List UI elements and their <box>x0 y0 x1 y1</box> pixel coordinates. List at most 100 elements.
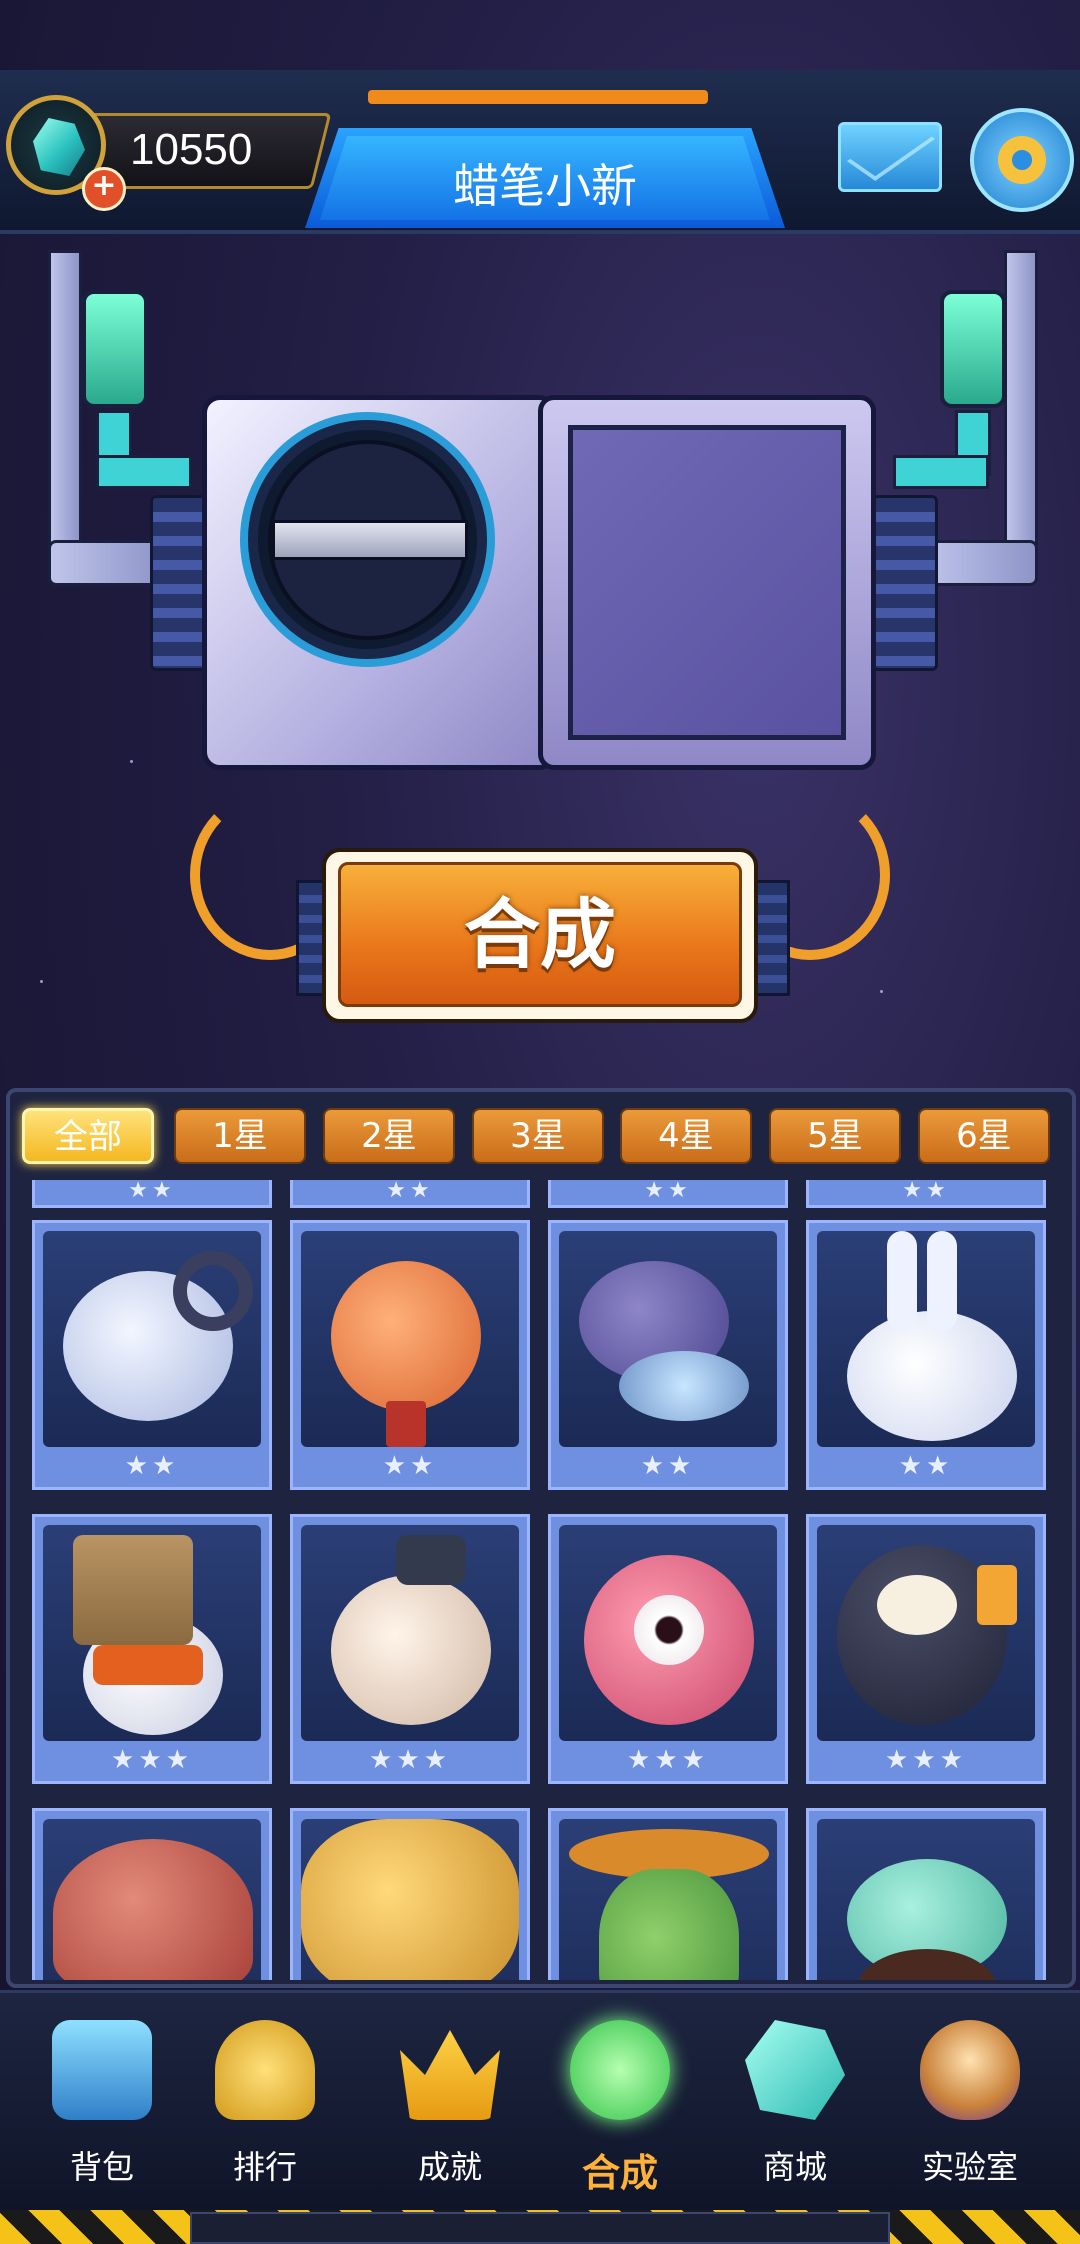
card-stars: ★★ <box>806 1180 1046 1208</box>
craft-button[interactable]: 合成 <box>338 862 742 1007</box>
gem-count: 10550 <box>130 125 253 174</box>
creature-portrait <box>43 1525 261 1741</box>
card-stars: ★★★ <box>369 1745 451 1775</box>
shop-crystal-icon <box>745 2020 845 2120</box>
mail-icon[interactable] <box>838 122 942 192</box>
tab-3-star[interactable]: 3星 <box>472 1108 604 1164</box>
nav-label: 商城 <box>762 2148 827 2186</box>
machine-arm-left <box>48 250 82 576</box>
card-stars: ★★ <box>382 1451 438 1481</box>
star-decoration <box>130 760 133 763</box>
card-stars: ★★★ <box>885 1745 967 1775</box>
tab-1-star[interactable]: 1星 <box>174 1108 306 1164</box>
big-eye <box>634 1595 704 1665</box>
card-stars: ★★★ <box>111 1745 193 1775</box>
nav-achievements[interactable]: 成就 <box>370 2020 530 2200</box>
tab-5-star[interactable]: 5星 <box>769 1108 901 1164</box>
creature-card-cactus-sombrero[interactable] <box>548 1808 788 1980</box>
card-stars: ★★ <box>898 1451 954 1481</box>
creature-card-red-mushroom[interactable] <box>32 1808 272 1980</box>
ram-horn <box>173 1251 253 1331</box>
creature-card-white-rabbit[interactable]: ★★ <box>806 1220 1046 1490</box>
dragon-tail <box>619 1351 749 1421</box>
potion-icon <box>570 2020 670 2120</box>
gear-icon <box>998 136 1046 184</box>
pipe-right-horizontal <box>893 455 989 489</box>
machine-arm-right-foot <box>922 540 1038 586</box>
egg-icon <box>920 2020 1020 2120</box>
creature-card-purple-dragon[interactable]: ★★ <box>548 1220 788 1490</box>
star-filter-tabs: 全部 1星 2星 3星 4星 5星 6星 <box>20 1108 1060 1168</box>
creature-card-lantern-spirit[interactable]: ★★ <box>290 1220 530 1490</box>
nav-shop[interactable]: 商城 <box>715 2020 875 2200</box>
lantern-tassel <box>386 1401 426 1447</box>
creature-portrait <box>43 1819 261 1980</box>
creature-portrait <box>817 1819 1035 1980</box>
add-gems-button[interactable]: + <box>82 167 126 211</box>
tab-6-star[interactable]: 6星 <box>918 1108 1050 1164</box>
paper-bag <box>73 1535 193 1645</box>
creature-card-white-ram[interactable]: ★★ <box>32 1220 272 1490</box>
machine-output-tray <box>568 425 846 740</box>
player-name: 蜡笔小新 <box>453 159 637 213</box>
tab-4-star[interactable]: 4星 <box>620 1108 752 1164</box>
creature-lantern-spirit <box>331 1261 481 1411</box>
creature-card-hat-bird[interactable]: ★★★ <box>290 1514 530 1784</box>
settings-button[interactable] <box>970 108 1074 212</box>
creature-card-yellow-fluff[interactable] <box>290 1808 530 1980</box>
gem-currency[interactable]: + 10550 <box>6 95 332 211</box>
button-clamp-right <box>754 880 790 996</box>
card-stars: ★★ <box>290 1180 530 1208</box>
nav-label: 成就 <box>417 2148 482 2186</box>
scarf <box>93 1645 203 1685</box>
title-accent <box>368 90 708 104</box>
creature-portrait <box>559 1525 777 1741</box>
card-stars: ★★ <box>640 1451 696 1481</box>
bowler-hat <box>396 1535 466 1585</box>
creature-portrait <box>559 1819 777 1980</box>
creature-portrait <box>301 1231 519 1447</box>
card-stars: ★★★ <box>627 1745 709 1775</box>
gem-icon <box>33 118 85 176</box>
tab-all[interactable]: 全部 <box>22 1108 154 1164</box>
creature-portrait <box>43 1231 261 1447</box>
creature-card-green-winged-blob[interactable] <box>806 1808 1046 1980</box>
rabbit-ear <box>927 1231 957 1331</box>
star-decoration <box>880 990 883 993</box>
creature-yellow-fluff <box>301 1819 519 1980</box>
creature-card-penguin-juice[interactable]: ★★★ <box>806 1514 1046 1784</box>
trophy-icon <box>215 2020 315 2120</box>
crown-icon <box>400 2030 500 2120</box>
nav-label: 排行 <box>232 2148 297 2186</box>
coin-slot <box>272 520 468 560</box>
nav-label: 背包 <box>69 2148 134 2186</box>
nav-lab[interactable]: 实验室 <box>890 2020 1050 2200</box>
nav-backpack[interactable]: 背包 <box>22 2020 182 2200</box>
creature-card-eyeball-fish[interactable]: ★★★ <box>548 1514 788 1784</box>
creature-grid: ★★ ★★ ★★ ★★ ★★ ★★ ★★ ★★ ★★★ ★★★ ★★★ ★★★ <box>28 1180 1058 1980</box>
bottom-bar-center <box>190 2212 890 2244</box>
rabbit-ear <box>887 1231 917 1331</box>
pipe-left-horizontal <box>96 455 192 489</box>
gear-bar-right <box>872 495 938 671</box>
creature-hat-bird <box>331 1575 491 1725</box>
backpack-icon <box>52 2020 152 2120</box>
card-stars: ★★ <box>548 1180 788 1208</box>
tab-2-star[interactable]: 2星 <box>323 1108 455 1164</box>
tank-right <box>940 290 1006 408</box>
penguin-face <box>877 1575 957 1635</box>
creature-red-mushroom <box>53 1839 253 1980</box>
star-decoration <box>40 980 43 983</box>
nav-craft[interactable]: 合成 <box>540 2020 700 2200</box>
nav-label: 实验室 <box>921 2148 1018 2186</box>
machine-arm-right <box>1004 250 1038 576</box>
juice-glass <box>977 1565 1017 1625</box>
creature-portrait <box>301 1819 519 1980</box>
creature-portrait <box>817 1231 1035 1447</box>
creature-card-bag-head-cat[interactable]: ★★★ <box>32 1514 272 1784</box>
machine-arm-left-foot <box>48 540 164 586</box>
creature-cactus-sombrero <box>599 1869 739 1980</box>
nav-ranking[interactable]: 排行 <box>185 2020 345 2200</box>
card-stars: ★★ <box>124 1451 180 1481</box>
creature-white-rabbit <box>847 1311 1017 1441</box>
